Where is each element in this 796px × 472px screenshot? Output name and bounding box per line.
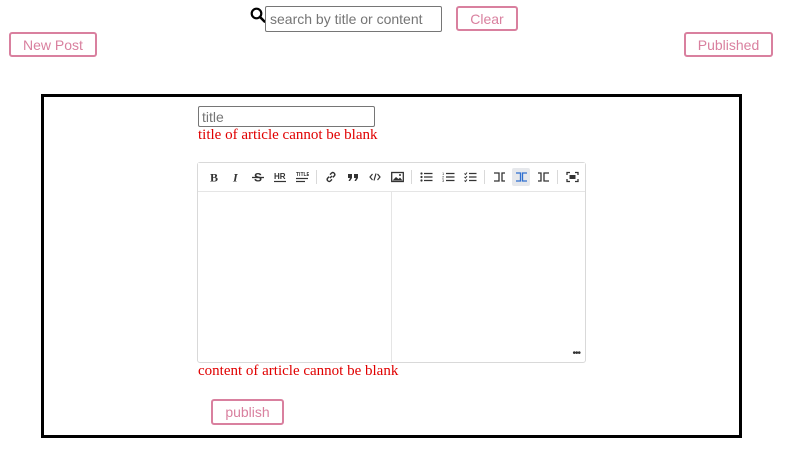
markdown-toolbar: B I S HR TITLE: [198, 163, 585, 192]
editor-only-icon[interactable]: [490, 168, 508, 186]
italic-icon[interactable]: I: [227, 168, 245, 186]
svg-text:TITLE: TITLE: [296, 172, 309, 178]
new-post-button[interactable]: New Post: [9, 32, 97, 57]
published-button[interactable]: Published: [684, 32, 773, 57]
split-view-icon[interactable]: [512, 168, 530, 186]
task-list-icon[interactable]: [461, 168, 479, 186]
ordered-list-icon[interactable]: 123: [439, 168, 457, 186]
link-icon[interactable]: [322, 168, 340, 186]
search-icon: [250, 7, 266, 23]
strikethrough-icon[interactable]: S: [249, 168, 267, 186]
markdown-input-pane[interactable]: [198, 192, 392, 362]
bold-icon[interactable]: B: [205, 168, 223, 186]
svg-text:3: 3: [442, 178, 445, 183]
markdown-preview-pane: [392, 192, 585, 362]
preview-only-icon[interactable]: [534, 168, 552, 186]
title-input[interactable]: [198, 106, 375, 127]
unordered-list-icon[interactable]: [417, 168, 435, 186]
quote-icon[interactable]: [344, 168, 362, 186]
content-error-message: content of article cannot be blank: [198, 363, 399, 379]
svg-text:I: I: [232, 171, 239, 183]
heading-icon[interactable]: TITLE: [293, 168, 311, 186]
title-error-message: title of article cannot be blank: [198, 127, 378, 143]
markdown-editor: B I S HR TITLE: [197, 162, 586, 363]
resize-handle-icon[interactable]: •••: [572, 348, 580, 359]
search-input[interactable]: [265, 6, 442, 32]
fullscreen-icon[interactable]: [563, 168, 581, 186]
image-icon[interactable]: [388, 168, 406, 186]
svg-text:B: B: [210, 171, 218, 183]
code-icon[interactable]: [366, 168, 384, 186]
publish-button[interactable]: publish: [211, 399, 284, 425]
horizontal-rule-icon[interactable]: HR: [271, 168, 289, 186]
svg-text:HR: HR: [274, 172, 286, 181]
clear-button[interactable]: Clear: [456, 6, 518, 31]
